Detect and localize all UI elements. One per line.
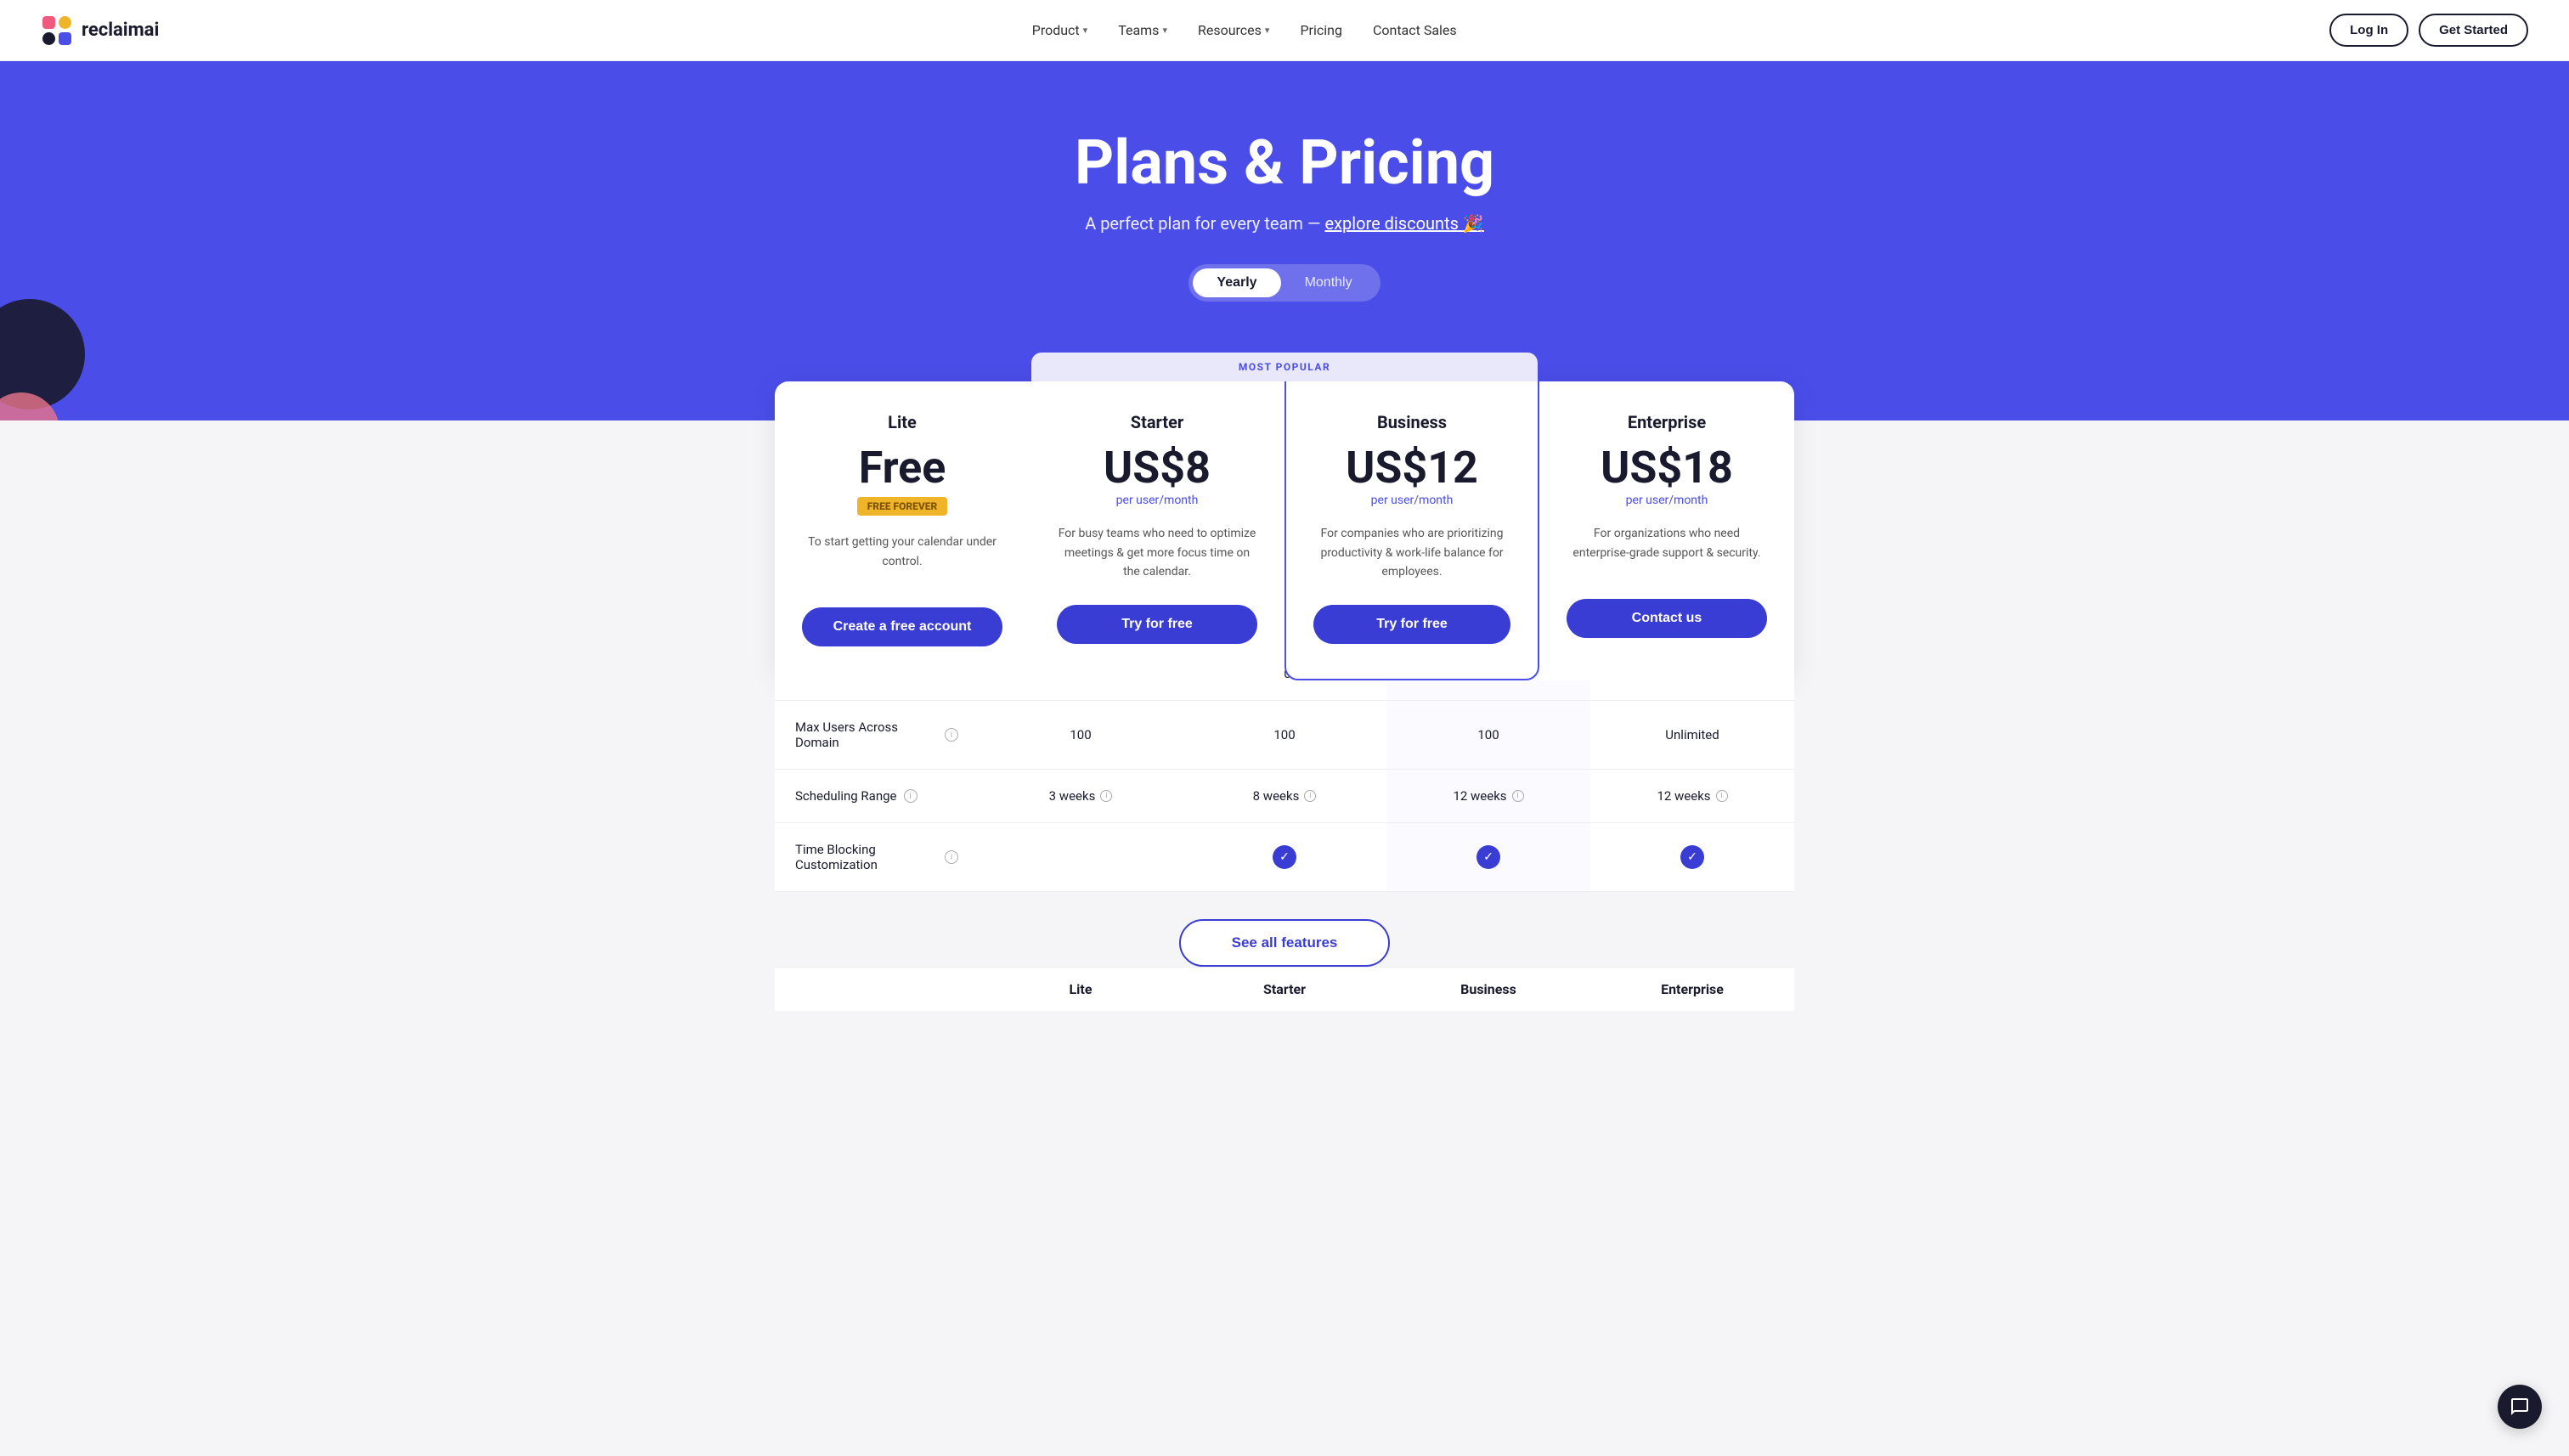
see-all-features-button[interactable]: See all features — [1179, 919, 1391, 967]
feature-row-time-blocking: Time Blocking Customization i ✓ ✓ ✓ — [775, 822, 1794, 892]
login-button[interactable]: Log In — [2329, 14, 2408, 47]
monthly-toggle[interactable]: Monthly — [1281, 268, 1376, 297]
features-table: Max Users in Team i 1 user Up to 10 user… — [775, 646, 1794, 892]
plan-desc-business: For companies who are prioritizing produ… — [1313, 524, 1510, 581]
get-started-button[interactable]: Get Started — [2419, 14, 2528, 47]
plan-name-enterprise: Enterprise — [1567, 412, 1767, 432]
feature-value-business-domain: 100 — [1386, 701, 1590, 769]
bottom-plan-labels: Lite Starter Business Enterprise — [775, 967, 1794, 1011]
hero-subtitle: A perfect plan for every team — explore … — [17, 213, 2552, 234]
feature-value-lite-domain: 100 — [979, 701, 1183, 769]
cta-lite[interactable]: Create a free account — [802, 607, 1002, 646]
plan-name-lite: Lite — [802, 412, 1002, 432]
plan-price-starter: US$8 — [1057, 446, 1257, 490]
bottom-label-starter: Starter — [1183, 981, 1386, 997]
feature-label-max-users-domain: Max Users Across Domain i — [775, 701, 979, 769]
most-popular-banner: MOST POPULAR — [1031, 353, 1538, 381]
feature-value-starter-blocking: ✓ — [1183, 823, 1386, 891]
plan-starter: Starter US$8 per user/month For busy tea… — [1030, 381, 1284, 680]
nav-actions: Log In Get Started — [2329, 14, 2528, 47]
feature-value-enterprise-blocking: ✓ — [1590, 823, 1794, 891]
per-user-enterprise: per user/month — [1567, 494, 1767, 507]
plan-price-enterprise: US$18 — [1567, 446, 1767, 490]
plan-lite: Lite Free FREE FOREVER To start getting … — [775, 381, 1030, 680]
feature-value-business-sched: 12 weeks i — [1386, 770, 1590, 822]
plan-desc-starter: For busy teams who need to optimize meet… — [1057, 524, 1257, 581]
check-icon: ✓ — [1680, 845, 1704, 869]
info-icon[interactable]: i — [945, 850, 958, 864]
feature-row-max-users-domain: Max Users Across Domain i 100 100 100 Un… — [775, 700, 1794, 769]
plan-enterprise: Enterprise US$18 per user/month For orga… — [1539, 381, 1794, 680]
plan-business: Business US$12 per user/month For compan… — [1284, 380, 1539, 680]
cta-starter[interactable]: Try for free — [1057, 605, 1257, 644]
plan-desc-lite: To start getting your calendar under con… — [802, 533, 1002, 584]
nav-resources[interactable]: Resources ▾ — [1186, 15, 1281, 45]
price-badge-lite: FREE FOREVER — [857, 497, 948, 516]
feature-value-starter-domain: 100 — [1183, 701, 1386, 769]
feature-value-starter-sched: 8 weeks i — [1183, 770, 1386, 822]
per-user-business: per user/month — [1313, 494, 1510, 507]
feature-value-lite-sched: 3 weeks i — [979, 770, 1183, 822]
info-icon[interactable]: i — [904, 789, 918, 803]
chat-bubble-button[interactable] — [2498, 1385, 2542, 1429]
discount-link[interactable]: explore discounts 🎉 — [1324, 213, 1483, 234]
billing-toggle: Yearly Monthly — [1189, 264, 1380, 302]
feature-value-enterprise-domain: Unlimited — [1590, 701, 1794, 769]
check-icon: ✓ — [1273, 845, 1296, 869]
info-icon-small[interactable]: i — [1716, 790, 1728, 802]
plan-price-lite: Free — [802, 446, 1002, 490]
feature-value-lite-blocking — [979, 823, 1183, 891]
chevron-down-icon: ▾ — [1162, 25, 1167, 36]
bottom-label-enterprise: Enterprise — [1590, 981, 1794, 997]
page-title: Plans & Pricing — [17, 129, 2552, 196]
see-all-wrapper: See all features — [775, 919, 1794, 967]
chevron-down-icon: ▾ — [1083, 25, 1088, 36]
bottom-label-business: Business — [1386, 981, 1590, 997]
plan-desc-enterprise: For organizations who need enterprise-gr… — [1567, 524, 1767, 575]
logo-text: reclaimai — [82, 20, 159, 41]
feature-value-business-blocking: ✓ — [1386, 823, 1590, 891]
info-icon-small[interactable]: i — [1512, 790, 1524, 802]
navbar: reclaimai Product ▾ Teams ▾ Resources ▾ … — [0, 0, 2569, 61]
bottom-label-empty — [775, 981, 979, 997]
nav-contact-sales[interactable]: Contact Sales — [1361, 15, 1469, 45]
info-icon-small[interactable]: i — [1100, 790, 1112, 802]
pricing-section: MOST POPULAR Lite Free FREE FOREVER To s… — [0, 420, 2569, 1130]
nav-links: Product ▾ Teams ▾ Resources ▾ Pricing Co… — [1020, 15, 1469, 45]
info-icon-small[interactable]: i — [1304, 790, 1316, 802]
yearly-toggle[interactable]: Yearly — [1193, 268, 1280, 297]
pricing-cards: Lite Free FREE FOREVER To start getting … — [775, 381, 1794, 680]
pricing-cards-wrapper: MOST POPULAR Lite Free FREE FOREVER To s… — [775, 353, 1794, 1011]
feature-row-scheduling: Scheduling Range i 3 weeks i 8 weeks i 1… — [775, 769, 1794, 822]
bottom-label-lite: Lite — [979, 981, 1183, 997]
nav-product[interactable]: Product ▾ — [1020, 15, 1099, 45]
plan-price-business: US$12 — [1313, 446, 1510, 490]
info-icon[interactable]: i — [945, 728, 958, 742]
plan-name-business: Business — [1313, 412, 1510, 432]
check-icon: ✓ — [1476, 845, 1500, 869]
feature-value-enterprise-sched: 12 weeks i — [1590, 770, 1794, 822]
nav-teams[interactable]: Teams ▾ — [1106, 15, 1179, 45]
cta-enterprise[interactable]: Contact us — [1567, 599, 1767, 638]
chevron-down-icon: ▾ — [1265, 25, 1270, 36]
plan-name-starter: Starter — [1057, 412, 1257, 432]
cta-business[interactable]: Try for free — [1313, 605, 1510, 644]
feature-label-time-blocking: Time Blocking Customization i — [775, 823, 979, 891]
feature-label-scheduling: Scheduling Range i — [775, 770, 979, 822]
per-user-starter: per user/month — [1057, 494, 1257, 507]
nav-pricing[interactable]: Pricing — [1288, 15, 1354, 45]
logo[interactable]: reclaimai — [41, 14, 159, 47]
